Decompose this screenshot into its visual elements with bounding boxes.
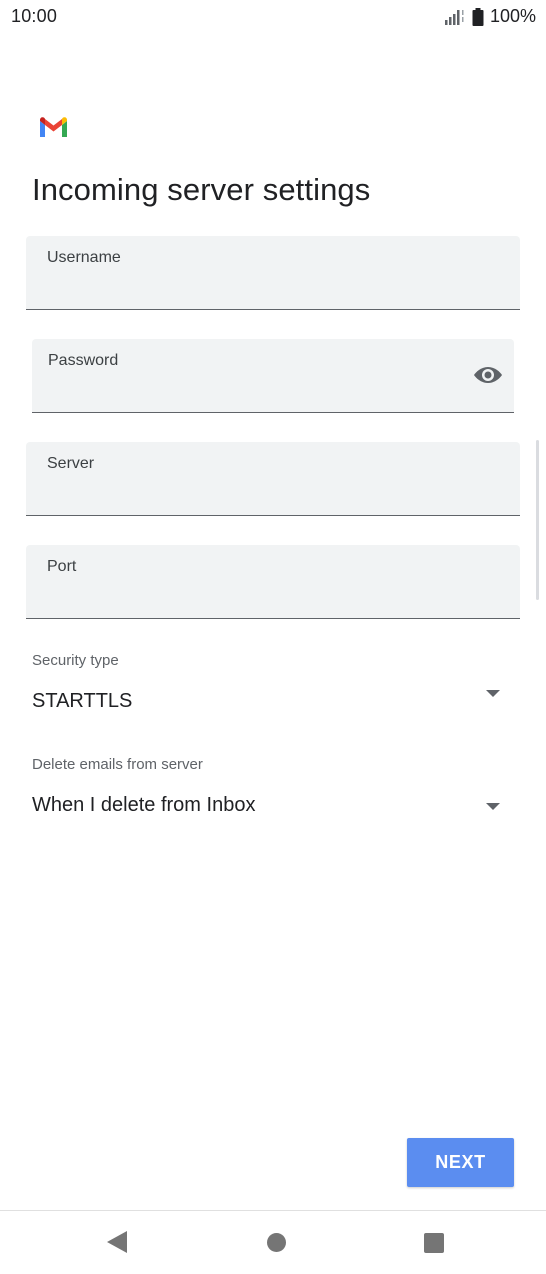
server-field[interactable]: Server [26,442,520,516]
signal-icon [444,9,464,25]
security-type-select[interactable]: STARTTLS [26,680,520,726]
eye-icon[interactable] [473,363,503,387]
status-icons: 100% [444,6,536,27]
security-type-value: STARTTLS [32,690,133,712]
battery-percent: 100% [489,6,536,26]
gmail-logo [40,117,67,137]
delete-emails-label: Delete emails from server [32,756,203,773]
password-label: Password [48,352,119,369]
security-type-label: Security type [32,652,119,669]
chevron-down-icon [486,690,500,697]
username-label: Username [47,249,121,266]
screen: 10:00 100% Incoming server settings User… [0,0,546,1274]
back-icon[interactable] [107,1231,127,1253]
server-label: Server [47,455,95,472]
home-icon[interactable] [267,1233,286,1252]
status-time: 10:00 [11,6,58,26]
username-field[interactable]: Username [26,236,520,310]
nav-divider [0,1210,546,1211]
delete-emails-value: When I delete from Inbox [32,794,256,816]
chevron-down-icon [486,803,500,810]
port-field[interactable]: Port [26,545,520,619]
password-field[interactable]: Password [32,339,514,413]
status-bar: 10:00 100% [0,0,546,34]
next-button[interactable]: NEXT [407,1138,514,1187]
scrollbar[interactable] [536,440,539,600]
port-label: Port [47,558,77,575]
battery-icon [472,7,484,26]
recents-icon[interactable] [424,1233,444,1253]
page-title: Incoming server settings [32,172,371,207]
delete-emails-select[interactable]: When I delete from Inbox [26,784,520,830]
